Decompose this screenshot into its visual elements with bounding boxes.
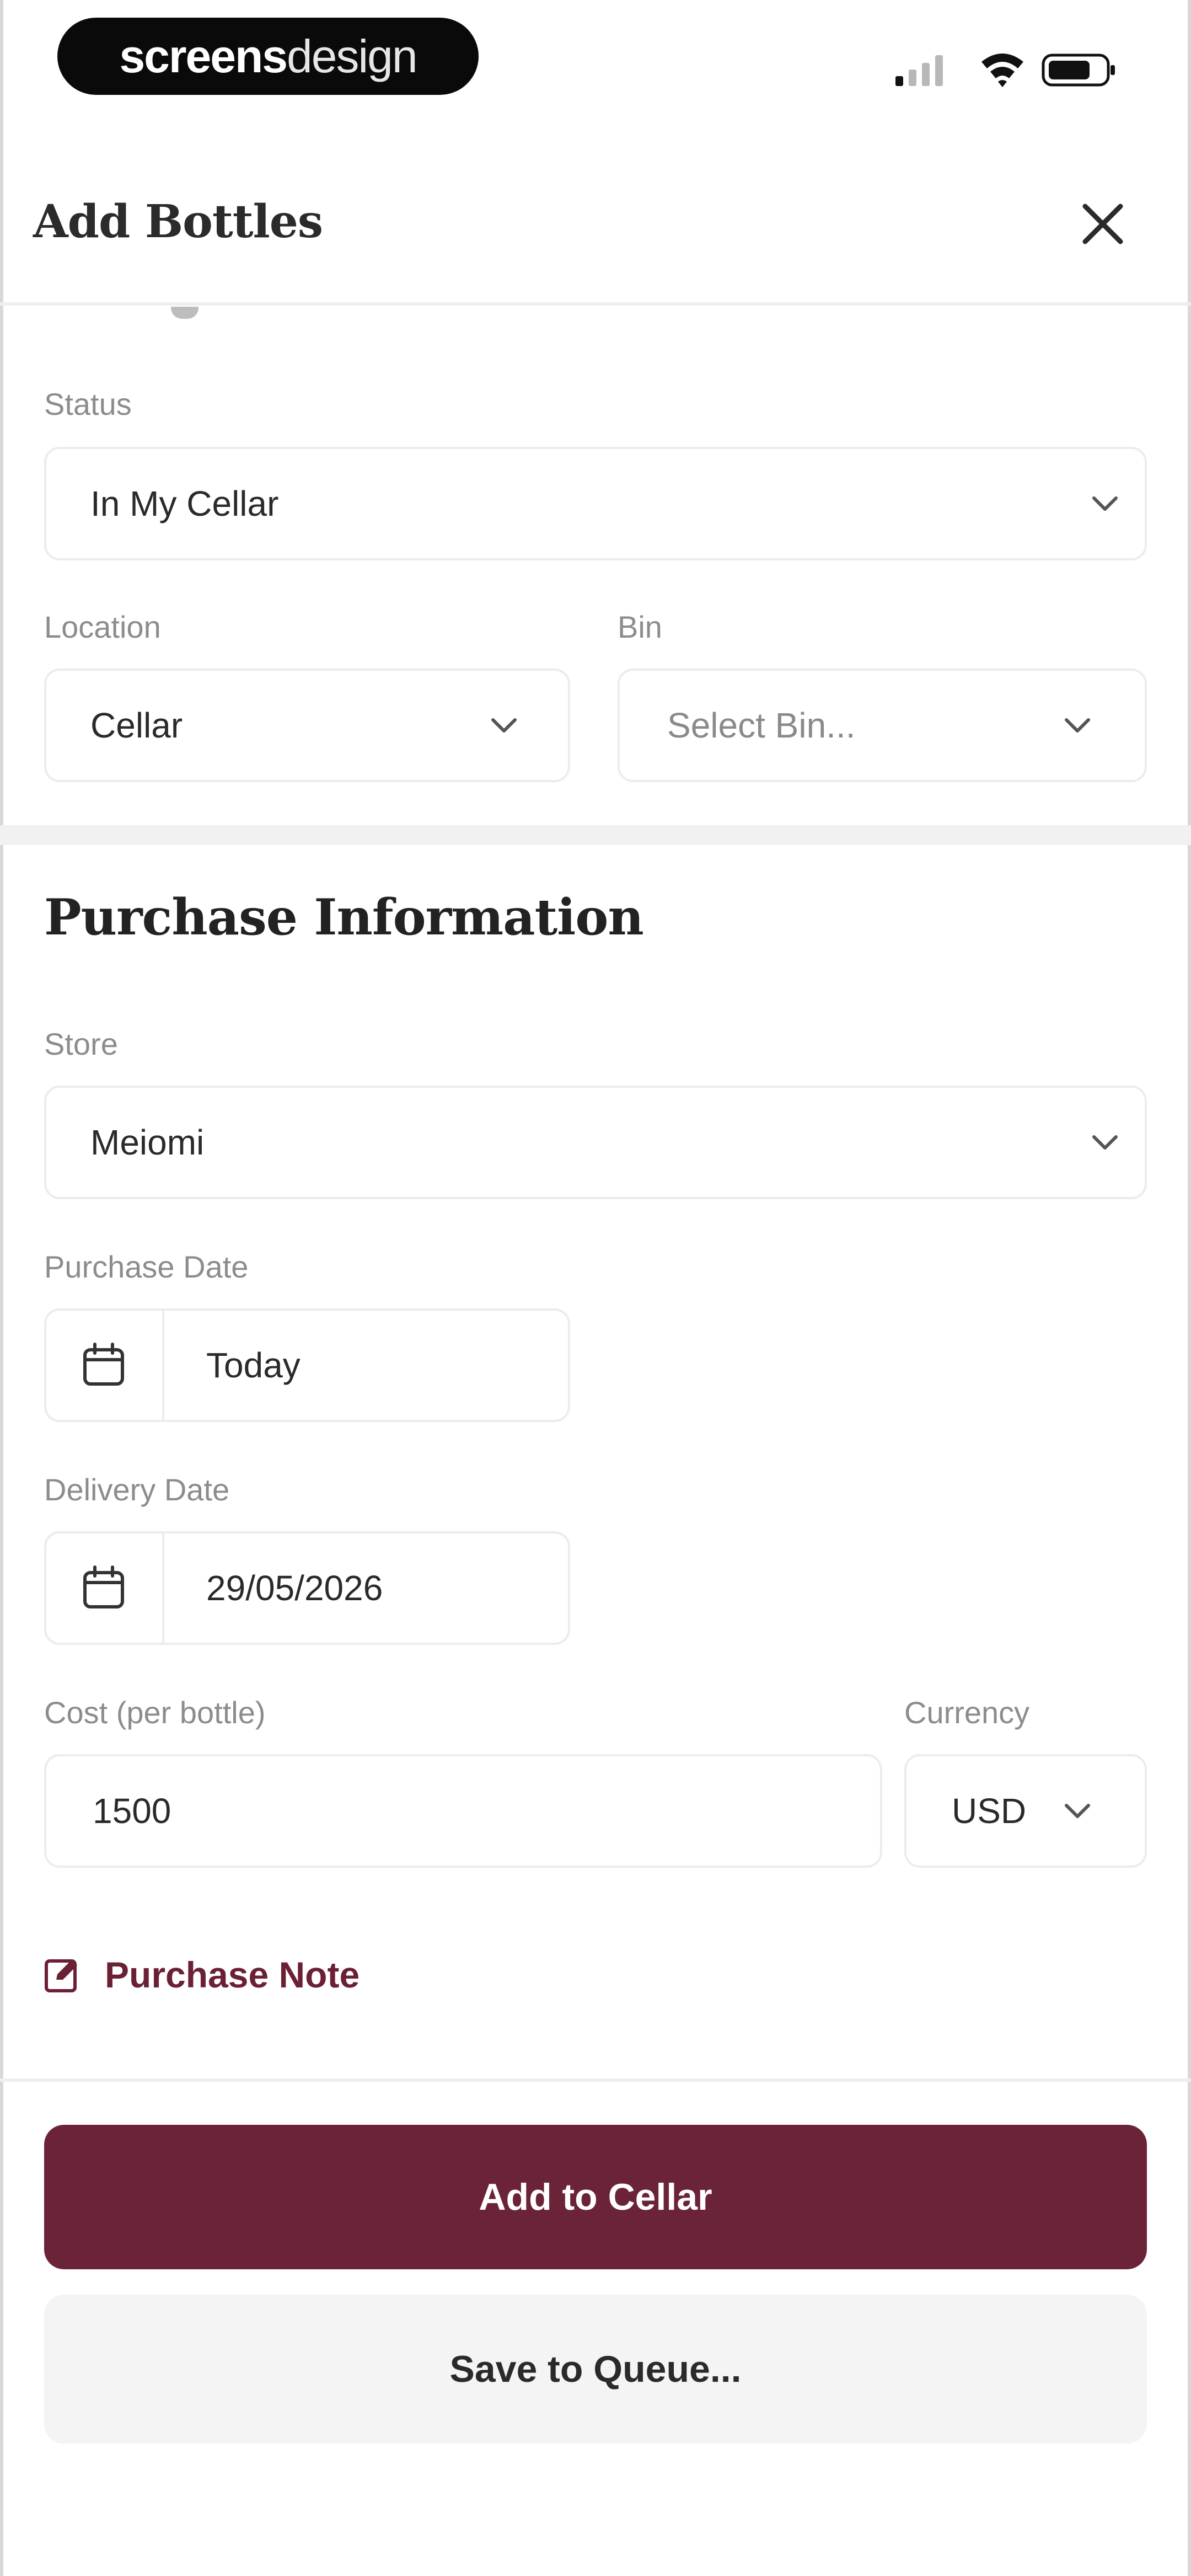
currency-select[interactable]: USD [904,1754,1147,1868]
purchase-section-title: Purchase Information [44,888,644,947]
scrolled-text-fragment [171,307,198,319]
status-label: Status [44,387,132,421]
cost-value: 1500 [93,1791,171,1831]
add-to-cellar-button[interactable]: Add to Cellar [44,2125,1147,2269]
chevron-down-icon [1092,1135,1118,1150]
frame-edge-right [1188,0,1191,2576]
chevron-down-icon [1092,496,1118,511]
purchase-date-icon-cell[interactable] [46,1311,164,1420]
signal-icon [895,55,943,86]
location-value: Cellar [90,706,183,745]
chevron-down-icon [1065,718,1090,733]
header-divider [0,302,1191,306]
store-value: Meiomi [90,1123,205,1162]
frame-edge-left [0,0,3,2576]
delivery-date-icon-cell[interactable] [46,1533,164,1643]
purchase-note-label: Purchase Note [105,1954,360,1995]
store-label: Store [44,1027,118,1061]
status-select[interactable]: In My Cellar [44,447,1147,560]
bin-placeholder: Select Bin... [667,706,856,745]
delivery-date-field[interactable]: 29/05/2026 [44,1531,570,1645]
bin-label: Bin [618,610,662,644]
chevron-down-icon [1065,1804,1090,1818]
bin-select[interactable]: Select Bin... [618,669,1147,782]
page-title: Add Bottles [33,195,323,248]
purchase-date-field[interactable]: Today [44,1308,570,1422]
save-to-queue-button[interactable]: Save to Queue... [44,2295,1147,2444]
modal-header: Add Bottles [0,165,1191,298]
cost-input[interactable]: 1500 [44,1754,882,1868]
brand-logo-part1: screens [119,30,288,82]
calendar-icon [83,1343,124,1386]
status-icons [895,54,1115,87]
delivery-date-value: 29/05/2026 [206,1568,383,1608]
wifi-icon [981,54,1023,87]
chevron-down-icon [491,718,517,733]
battery-icon [1042,54,1115,87]
close-icon[interactable] [1070,191,1136,257]
edit-note-icon [45,1959,77,1992]
location-select[interactable]: Cellar [44,669,570,782]
delivery-date-label: Delivery Date [44,1472,230,1507]
footer-divider [0,2078,1191,2082]
currency-label: Currency [904,1695,1030,1730]
location-label: Location [44,610,161,644]
status-value: In My Cellar [90,484,279,523]
brand-logo-part2: design [287,30,418,82]
brand-logo: screensdesign [57,18,479,95]
store-select[interactable]: Meiomi [44,1086,1147,1199]
status-bar: screensdesign [0,0,1191,110]
currency-value: USD [952,1791,1027,1831]
purchase-date-label: Purchase Date [44,1249,249,1284]
calendar-icon [83,1565,124,1608]
purchase-note-link[interactable]: Purchase Note [43,1947,360,2002]
section-separator [0,825,1191,845]
purchase-date-value: Today [206,1345,301,1385]
cost-label: Cost (per bottle) [44,1695,266,1730]
